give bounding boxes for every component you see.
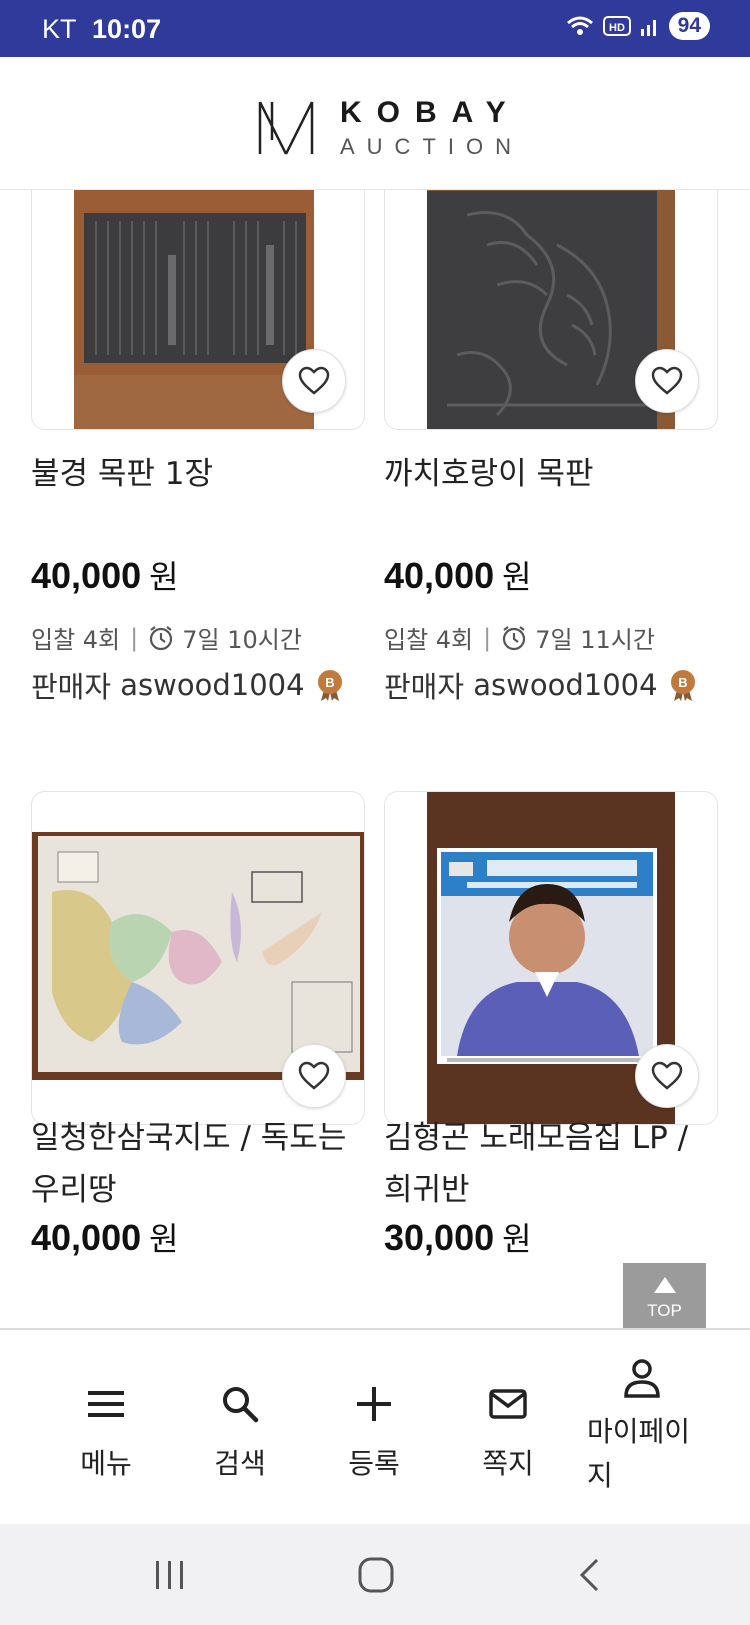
nav-register-label: 등록 <box>348 1447 400 1480</box>
time-left: 7일 11시간 <box>535 626 655 654</box>
svg-text:B: B <box>325 675 334 690</box>
favorite-button[interactable] <box>635 349 699 413</box>
product-image[interactable] <box>384 190 718 430</box>
status-bar: KT 10:07 HD 94 <box>0 0 750 57</box>
plus-icon <box>355 1382 393 1426</box>
nav-menu-label: 메뉴 <box>80 1447 132 1480</box>
nav-search[interactable]: 검색 <box>173 1330 307 1526</box>
heart-icon <box>651 1061 683 1090</box>
nav-mypage-label: 마이페이지 <box>587 1415 691 1492</box>
app-header: KOBAY AUCTION <box>0 57 750 190</box>
scroll-top-button[interactable]: TOP <box>623 1263 706 1329</box>
signal-icon <box>640 20 656 36</box>
logo-subtitle: AUCTION <box>340 134 523 159</box>
clock: 10:07 <box>92 14 162 44</box>
nav-mypage[interactable]: 마이페이지 <box>575 1330 709 1526</box>
product-grid: 불경 목판 1장 40,000 원 입찰 4회 | 7일 10시간 판매자 asw… <box>0 190 750 1328</box>
product-title[interactable]: 불경 목판 1장 <box>31 448 371 500</box>
time-left: 7일 10시간 <box>182 626 302 654</box>
kobay-logo[interactable]: KOBAY AUCTION <box>258 98 523 158</box>
seller-name: aswood1004 <box>473 668 658 702</box>
product-title[interactable]: 김형곤 노래모음집 LP / 희귀반 <box>384 1112 724 1216</box>
home-icon <box>358 1557 394 1592</box>
wifi-icon <box>566 16 593 35</box>
product-image[interactable] <box>384 791 718 1125</box>
product-meta: 입찰 4회 | 7일 10시간 <box>31 620 302 655</box>
nav-register[interactable]: 등록 <box>307 1330 441 1526</box>
heart-icon <box>298 1061 330 1090</box>
bid-count: 입찰 4회 <box>31 626 121 654</box>
bid-count: 입찰 4회 <box>384 626 474 654</box>
heart-icon <box>651 366 683 395</box>
clock-icon <box>150 625 173 650</box>
product-title[interactable]: 까치호랑이 목판 <box>384 448 724 500</box>
status-icons: HD 94 <box>565 12 710 40</box>
bronze-medal-icon: B <box>670 670 695 701</box>
favorite-button[interactable] <box>282 349 346 413</box>
battery-badge: 94 <box>668 12 710 40</box>
arrow-up-icon <box>653 1277 676 1293</box>
scroll-top-label: TOP <box>647 1301 682 1320</box>
nav-messages-label: 쪽지 <box>482 1447 534 1480</box>
seller-info[interactable]: 판매자 aswood1004 B <box>31 664 345 706</box>
nav-menu[interactable]: 메뉴 <box>39 1330 173 1526</box>
recent-apps-button[interactable] <box>130 1524 210 1625</box>
bottom-nav: 메뉴 검색 등록 쪽지 마이페이지 <box>0 1328 750 1524</box>
svg-text:HD: HD <box>609 22 625 34</box>
person-icon <box>623 1356 661 1400</box>
seller-label: 판매자 <box>384 670 465 704</box>
product-image[interactable] <box>31 791 365 1125</box>
system-nav-bar <box>0 1524 750 1625</box>
product-image[interactable] <box>31 190 365 430</box>
woodblock-photo <box>74 190 314 429</box>
nav-search-label: 검색 <box>214 1447 266 1480</box>
status-left: KT 10:07 <box>42 14 161 45</box>
clock-icon <box>503 625 526 650</box>
nav-messages[interactable]: 쪽지 <box>441 1330 575 1526</box>
bronze-medal-icon: B <box>317 670 342 701</box>
back-button[interactable] <box>550 1524 630 1625</box>
menu-icon <box>86 1382 126 1426</box>
carrier-label: KT <box>42 14 77 44</box>
product-price: 30,000 원 <box>384 1217 532 1258</box>
product-price: 40,000 원 <box>31 1217 179 1258</box>
back-icon <box>579 1558 599 1591</box>
heart-icon <box>298 366 330 395</box>
home-button[interactable] <box>336 1524 416 1625</box>
mail-icon <box>488 1382 528 1426</box>
seller-name: aswood1004 <box>120 668 305 702</box>
recent-apps-icon <box>156 1560 183 1589</box>
svg-text:B: B <box>678 675 687 690</box>
hd-icon: HD <box>602 16 631 36</box>
product-title[interactable]: 일청한삼국지도 / 독도는 우리땅 <box>31 1112 376 1216</box>
logo-mark-icon <box>258 101 314 155</box>
seller-label: 판매자 <box>31 670 112 704</box>
product-meta: 입찰 4회 | 7일 11시간 <box>384 620 655 655</box>
favorite-button[interactable] <box>635 1044 699 1108</box>
map-photo <box>32 832 364 1080</box>
product-price: 40,000 원 <box>31 555 179 596</box>
search-icon <box>221 1382 259 1426</box>
favorite-button[interactable] <box>282 1044 346 1108</box>
logo-title: KOBAY <box>340 96 521 129</box>
seller-info[interactable]: 판매자 aswood1004 B <box>384 664 698 706</box>
product-price: 40,000 원 <box>384 555 532 596</box>
